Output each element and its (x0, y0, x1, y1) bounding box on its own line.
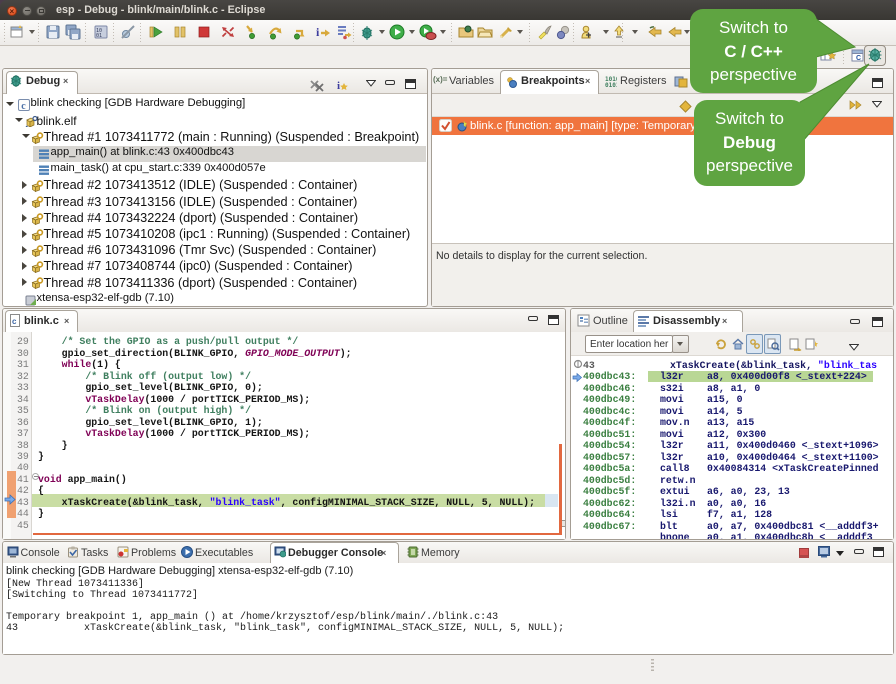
svg-text:0101: 0101 (605, 82, 617, 88)
svg-text:i: i (337, 80, 340, 91)
svg-text:c: c (21, 101, 26, 111)
svg-text:01: 01 (96, 33, 102, 39)
svg-text:c: c (12, 317, 17, 326)
svg-text:i: i (316, 25, 320, 39)
